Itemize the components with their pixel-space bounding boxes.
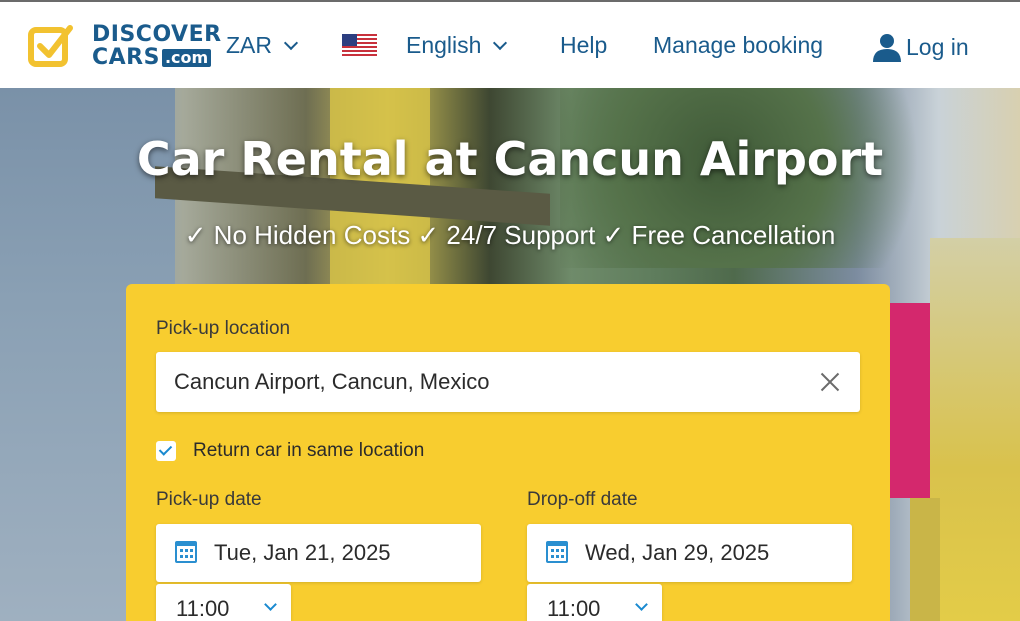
hero-background-pink-wall — [888, 303, 933, 498]
pickup-date-value: Tue, Jan 21, 2025 — [214, 540, 391, 565]
pickup-time-select[interactable]: 11:00 — [156, 584, 291, 621]
user-icon — [873, 34, 901, 62]
chevron-down-icon — [283, 35, 299, 50]
search-form: Pick-up location Cancun Airport, Cancun,… — [126, 284, 890, 621]
pickup-date-label: Pick-up date — [156, 489, 262, 510]
close-icon[interactable] — [818, 370, 842, 394]
logo-text-com: .com — [161, 48, 212, 67]
pickup-location-label: Pick-up location — [156, 318, 291, 339]
return-same-location-checkbox[interactable] — [156, 441, 176, 461]
dropoff-date-label: Drop-off date — [527, 489, 638, 510]
logo-text-cars: CARS — [92, 44, 160, 70]
dropoff-date-value: Wed, Jan 29, 2025 — [585, 540, 770, 565]
pickup-location-value: Cancun Airport, Cancun, Mexico — [174, 369, 490, 394]
login-button[interactable]: Log in — [872, 32, 969, 62]
language-label: English — [406, 32, 482, 58]
pickup-location-input[interactable]: Cancun Airport, Cancun, Mexico — [156, 352, 860, 412]
pickup-date-input[interactable]: Tue, Jan 21, 2025 — [156, 524, 481, 582]
currency-label: ZAR — [226, 32, 272, 58]
dropoff-time-select[interactable]: 11:00 — [527, 584, 662, 621]
help-link[interactable]: Help — [560, 32, 607, 59]
dropoff-date-input[interactable]: Wed, Jan 29, 2025 — [527, 524, 852, 582]
hero-background-right-wall — [930, 238, 1020, 621]
logo-text-discover: DISCOVER — [92, 21, 222, 47]
hero-background-column — [910, 498, 940, 621]
calendar-icon — [175, 541, 197, 563]
site-header: DISCOVER CARS .com ZAR English Help Mana… — [0, 0, 1020, 88]
discovercars-logo[interactable]: DISCOVER CARS .com — [28, 22, 222, 70]
page-title: Car Rental at Cancun Airport — [136, 132, 884, 186]
chevron-down-icon — [493, 35, 508, 50]
login-label: Log in — [906, 33, 969, 60]
us-flag-icon — [342, 34, 377, 56]
language-selector[interactable]: English — [406, 32, 508, 59]
pickup-time-value: 11:00 — [176, 596, 230, 621]
manage-booking-link[interactable]: Manage booking — [653, 32, 823, 59]
chevron-down-icon — [264, 598, 277, 611]
return-same-location-label[interactable]: Return car in same location — [193, 440, 424, 462]
hero-benefits: ✓ No Hidden Costs ✓ 24/7 Support ✓ Free … — [184, 220, 836, 250]
dropoff-time-value: 11:00 — [547, 596, 601, 621]
currency-selector[interactable]: ZAR — [226, 32, 299, 59]
logo-check-icon — [28, 25, 73, 67]
calendar-icon — [546, 541, 568, 563]
chevron-down-icon — [635, 598, 648, 611]
